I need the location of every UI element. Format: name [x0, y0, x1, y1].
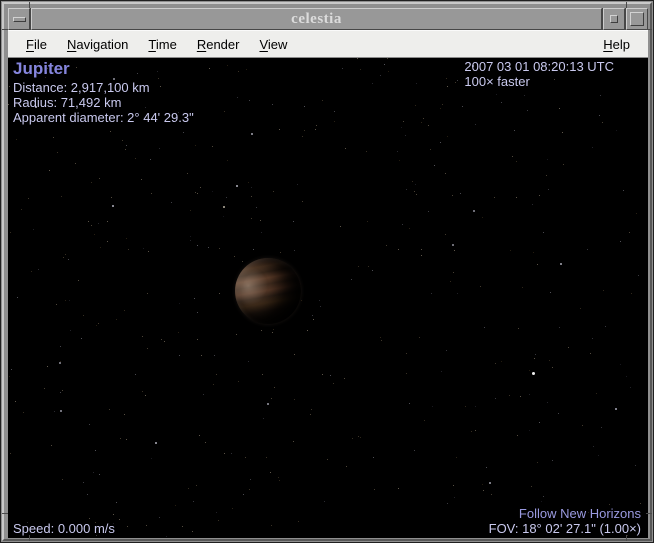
menu-time[interactable]: Time	[138, 37, 186, 52]
maximize-button[interactable]	[626, 8, 648, 30]
menu-file-label: File	[26, 37, 47, 52]
window-title: celestia	[31, 8, 602, 30]
window: celestia File Navigation Time Render Vie…	[0, 0, 654, 543]
selection-distance: Distance: 2,917,100 km	[13, 80, 194, 95]
menu-help-label: Help	[603, 37, 630, 52]
menu-view[interactable]: View	[249, 37, 297, 52]
menu-time-label: Time	[148, 37, 176, 52]
selection-apparent-diameter: Apparent diameter: 2° 44' 29.3"	[13, 110, 194, 125]
follow-mode: Follow New Horizons	[489, 506, 641, 521]
frame-resize-notch	[29, 535, 30, 541]
fov-readout: FOV: 18° 02' 27.1" (1.00×)	[489, 521, 641, 536]
time-info: 2007 03 01 08:20:13 UTC 100× faster	[464, 59, 614, 89]
speed-readout: Speed: 0.000 m/s	[13, 521, 115, 536]
selection-name: Jupiter	[13, 59, 194, 79]
selection-info: Jupiter Distance: 2,917,100 km Radius: 7…	[13, 59, 194, 125]
selection-radius: Radius: 71,492 km	[13, 95, 194, 110]
frame-resize-notch	[2, 513, 8, 514]
menu-view-label: View	[259, 37, 287, 52]
time-rate: 100× faster	[464, 74, 614, 89]
minimize-icon	[610, 15, 618, 23]
maximize-icon	[630, 12, 644, 26]
menu-render[interactable]: Render	[187, 37, 250, 52]
minimize-button[interactable]	[603, 8, 625, 30]
viewport-3d[interactable]: Jupiter Distance: 2,917,100 km Radius: 7…	[8, 58, 648, 538]
frame-resize-notch	[626, 2, 627, 8]
window-title-text: celestia	[291, 11, 342, 28]
menu-file[interactable]: File	[16, 37, 57, 52]
frame-resize-notch	[646, 513, 652, 514]
titlebar[interactable]: celestia	[8, 8, 648, 30]
datetime-utc: 2007 03 01 08:20:13 UTC	[464, 59, 614, 74]
menubar: File Navigation Time Render View Help	[8, 30, 648, 58]
menu-navigation-label: Navigation	[67, 37, 128, 52]
frame-resize-notch	[29, 2, 30, 8]
menu-render-label: Render	[197, 37, 240, 52]
frame-resize-notch	[626, 535, 627, 541]
frame-info: Follow New Horizons FOV: 18° 02' 27.1" (…	[489, 506, 641, 536]
window-menu-button[interactable]	[8, 8, 30, 30]
window-menu-icon	[13, 17, 26, 22]
frame-resize-notch	[646, 29, 652, 30]
planet-jupiter[interactable]	[235, 258, 301, 324]
frame-resize-notch	[2, 29, 8, 30]
menu-help[interactable]: Help	[593, 37, 640, 52]
menu-navigation[interactable]: Navigation	[57, 37, 138, 52]
